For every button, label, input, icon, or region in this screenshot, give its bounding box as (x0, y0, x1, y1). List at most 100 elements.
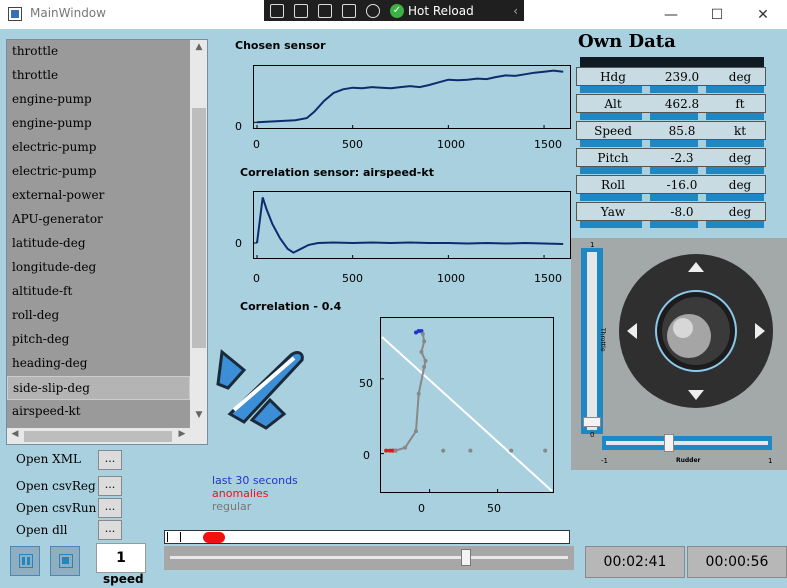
own-data-unit: deg (728, 150, 752, 165)
scroll-left-icon[interactable]: ◀ (8, 429, 22, 439)
own-data-bar (706, 221, 764, 228)
scatter-point-regular (423, 358, 428, 363)
own-data-value: -2.3 (670, 150, 694, 165)
open-xml-button[interactable]: ... (98, 450, 122, 470)
own-data-unit: ft (735, 96, 745, 111)
scroll-right-icon[interactable]: ▶ (175, 429, 189, 439)
own-data-bar (706, 86, 764, 93)
corr-x-tick-500: 500 (342, 272, 363, 285)
sensor-list-item[interactable]: APU-generator (7, 208, 190, 232)
scatter-point-regular (416, 391, 421, 396)
anomaly-marker[interactable] (203, 532, 225, 543)
speed-label: speed (103, 572, 144, 586)
open-dll-label: Open dll (16, 523, 68, 537)
sensor-list-item[interactable]: pitch-deg (7, 328, 190, 352)
open-csvreg-label: Open csvReg (16, 479, 96, 493)
own-data-bar (706, 140, 764, 147)
corr-x-tick-0: 0 (253, 272, 260, 285)
sensor-list-item[interactable]: throttle (7, 40, 190, 64)
own-data-bar (580, 113, 642, 120)
playback-slider[interactable] (164, 546, 574, 570)
scatter-point-regular (414, 429, 418, 434)
own-data-bar (706, 167, 764, 174)
own-data-label: Yaw (600, 204, 626, 219)
rudder-slider[interactable] (602, 434, 772, 452)
hot-reload-button[interactable]: ✓ Hot Reload (390, 3, 474, 18)
scroll-up-icon[interactable]: ▲ (190, 42, 207, 58)
series-line (256, 197, 564, 254)
sensor-list-item[interactable]: airspeed-kt (7, 400, 190, 424)
own-data-unit: deg (728, 177, 752, 192)
scatter-point-regular (441, 448, 446, 453)
joystick-pad[interactable] (617, 252, 775, 410)
scatter-point-regular (420, 331, 425, 336)
sensor-list-item[interactable]: engine-pump (7, 112, 190, 136)
own-data-label: Hdg (600, 69, 626, 84)
horizontal-scrollbar[interactable]: ◀ ▶ (7, 428, 190, 444)
window-title: MainWindow (30, 6, 106, 20)
debug-toolbar: ✓ Hot Reload ‹ (264, 0, 524, 21)
sensor-list-item[interactable]: latitude-deg (7, 232, 190, 256)
sensor-list-item[interactable]: roll-deg (7, 304, 190, 328)
select-element-icon[interactable] (270, 3, 284, 18)
throttle-min-label: 0 (590, 431, 595, 439)
scroll-corner (190, 428, 207, 444)
chosen-x-tick-1500: 1500 (534, 138, 562, 151)
minimize-button[interactable]: — (648, 0, 694, 29)
stop-button[interactable] (50, 546, 80, 576)
pointer-icon[interactable] (294, 3, 308, 18)
sensor-list[interactable]: throttle throttle engine-pump engine-pump el… (6, 39, 208, 445)
scatter-frame (380, 317, 554, 493)
scatter-point-regular (543, 448, 548, 453)
own-data-bar (580, 167, 642, 174)
own-data-unit: kt (733, 123, 747, 138)
own-data-bar (706, 194, 764, 201)
rudder-max-label: 1 (768, 457, 773, 465)
collapse-chevron-icon[interactable]: ‹ (513, 4, 518, 18)
throttle-thumb[interactable] (583, 416, 601, 427)
track-focus-icon[interactable] (342, 3, 356, 18)
correlation-title: Correlation - 0.4 (240, 300, 342, 313)
joystick-panel: 1 Throttle 0 -1 Rudder 1 (571, 238, 787, 470)
own-data-unit: deg (728, 204, 752, 219)
binding-failures-icon[interactable] (366, 3, 380, 18)
own-data-label: Alt (604, 96, 622, 111)
rudder-thumb[interactable] (663, 434, 674, 452)
vertical-scroll-thumb[interactable] (192, 108, 206, 348)
corr-x-tick-1500: 1500 (534, 272, 562, 285)
sensor-list-item[interactable]: throttle (7, 64, 190, 88)
maximize-button[interactable]: ☐ (694, 0, 740, 29)
sensor-list-item[interactable]: heading-deg (7, 352, 190, 376)
joystick-highlight (673, 318, 693, 338)
playback-thumb[interactable] (461, 549, 471, 566)
scatter-point-regular (422, 364, 427, 369)
sensor-list-item[interactable]: altitude-ft (7, 280, 190, 304)
own-data-bar (650, 140, 698, 147)
vertical-scrollbar[interactable]: ▲ ▼ (190, 40, 207, 428)
timeline-bar[interactable] (164, 530, 570, 544)
legend-regular: regular (212, 500, 252, 513)
open-dll-button[interactable]: ... (98, 520, 122, 540)
open-csvreg-button[interactable]: ... (98, 476, 122, 496)
speed-input[interactable]: 1 (96, 543, 146, 573)
scroll-down-icon[interactable]: ▼ (190, 410, 207, 426)
check-icon: ✓ (390, 3, 404, 18)
sensor-list-item[interactable]: electric-pump (7, 160, 190, 184)
app-icon (8, 7, 22, 21)
scatter-x-tick-0: 0 (418, 502, 425, 515)
close-button[interactable]: ✕ (740, 0, 786, 29)
open-csvrun-button[interactable]: ... (98, 498, 122, 518)
pause-button[interactable] (10, 546, 40, 576)
sensor-list-item[interactable]: engine-pump (7, 88, 190, 112)
correlation-sensor-title: Correlation sensor: airspeed-kt (240, 166, 434, 179)
horizontal-scroll-thumb[interactable] (24, 431, 172, 442)
sensor-list-item[interactable]: external-power (7, 184, 190, 208)
own-data-row-alt: Alt 462.8 ft (576, 94, 766, 113)
sensor-list-item[interactable]: electric-pump (7, 136, 190, 160)
sensor-list-item[interactable]: longitude-deg (7, 256, 190, 280)
sensor-list-items: throttle throttle engine-pump engine-pump el… (7, 40, 207, 424)
layout-adorner-icon[interactable] (318, 3, 332, 18)
own-data-header-bar (580, 57, 764, 67)
sensor-list-item[interactable]: side-slip-deg (7, 376, 190, 400)
legend-anomalies: anomalies (212, 487, 269, 500)
